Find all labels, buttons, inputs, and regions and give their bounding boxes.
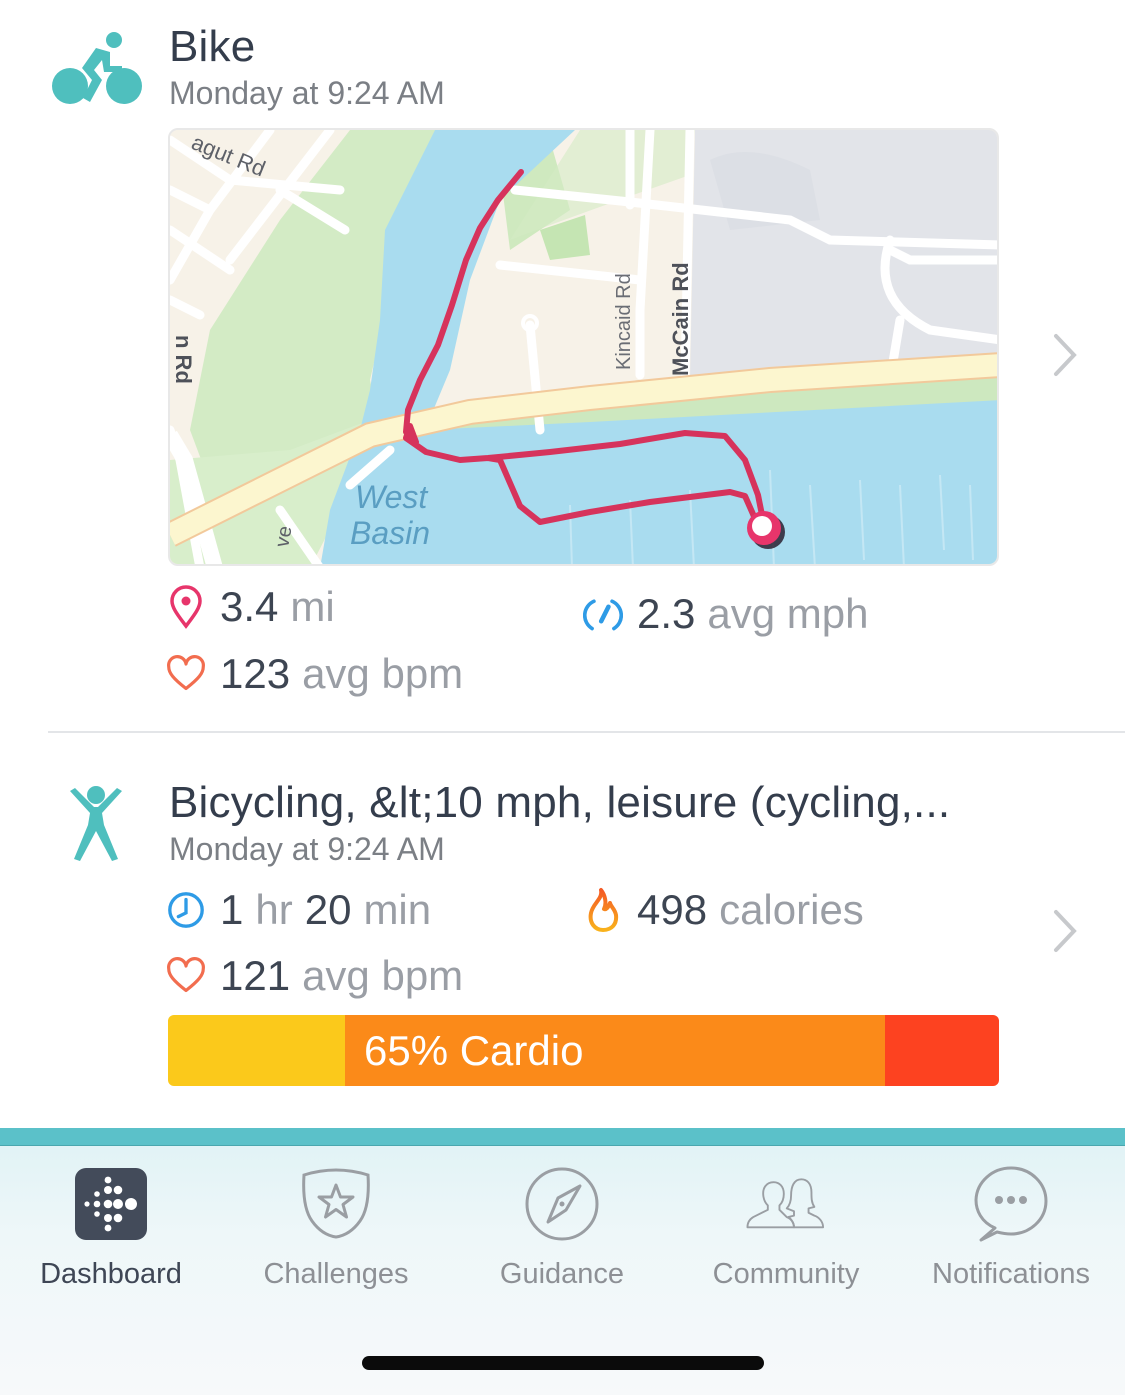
heart-icon <box>166 954 206 998</box>
calories-value: 498 <box>637 886 708 933</box>
duration-minutes-unit: min <box>363 886 432 933</box>
clock-icon <box>166 888 206 932</box>
activity-title: Bike <box>169 22 256 71</box>
calories-unit: calories <box>719 886 864 933</box>
map-label-kincaid: Kincaid Rd <box>613 273 635 370</box>
tab-guidance[interactable]: Guidance <box>462 1164 662 1294</box>
speedometer-icon <box>583 592 623 636</box>
shield-star-icon <box>296 1164 376 1244</box>
duration-hours-unit: hr <box>255 886 293 933</box>
tab-label: Community <box>712 1258 860 1290</box>
tab-bar: Dashboard Challenges Guidance Community … <box>0 1128 1125 1395</box>
map-label-west: West <box>355 479 428 515</box>
stat-speed: 2.3 avg mph <box>583 590 868 638</box>
stat-distance: 3.4 mi <box>166 583 335 631</box>
stat-heart-rate: 123 avg bpm <box>166 650 463 698</box>
tab-notifications[interactable]: Notifications <box>911 1164 1111 1294</box>
map-label-left-rd: n Rd <box>171 335 196 384</box>
bike-icon <box>50 30 144 106</box>
chevron-right-icon[interactable] <box>1046 906 1086 956</box>
distance-value: 3.4 <box>220 583 279 630</box>
tab-dashboard[interactable]: Dashboard <box>11 1164 211 1294</box>
activity-time: Monday at 9:24 AM <box>169 831 445 867</box>
fitbit-logo-icon <box>71 1164 151 1244</box>
flame-icon <box>583 888 623 932</box>
home-indicator[interactable] <box>362 1356 764 1370</box>
map-label-basin: Basin <box>350 515 430 551</box>
activity-card-bike[interactable]: Bike Monday at 9:24 AM agut Rd n Rd Kinc… <box>0 0 1125 732</box>
stat-calories: 498 calories <box>583 886 864 934</box>
chevron-right-icon[interactable] <box>1046 330 1086 380</box>
tab-label: Guidance <box>499 1258 625 1290</box>
map-label-mccain: McCain Rd <box>668 262 693 376</box>
duration-hours: 1 <box>220 886 244 933</box>
heart-rate-value: 123 <box>220 650 291 697</box>
tab-label: Challenges <box>263 1258 409 1290</box>
stat-heart-rate: 121 avg bpm <box>166 952 463 1000</box>
duration-minutes: 20 <box>304 886 352 933</box>
heart-icon <box>166 652 206 696</box>
chat-bubble-icon <box>971 1164 1051 1244</box>
zone-label: 65% Cardio <box>364 1027 584 1074</box>
activity-title: Bicycling, &lt;10 mph, leisure (cycling,… <box>169 778 951 827</box>
person-activity-icon <box>66 783 126 863</box>
speed-value: 2.3 <box>637 590 696 637</box>
heart-zone-bar: 65% Cardio <box>168 1015 999 1086</box>
location-pin-icon <box>166 585 206 629</box>
zone-peak <box>885 1015 999 1086</box>
tab-community[interactable]: Community <box>686 1164 886 1294</box>
tabbar-accent-strip <box>0 1128 1125 1146</box>
activity-time: Monday at 9:24 AM <box>169 75 445 111</box>
route-map[interactable]: agut Rd n Rd Kincaid Rd McCain Rd West B… <box>168 128 999 566</box>
people-icon <box>746 1164 826 1244</box>
stat-duration: 1 hr 20 min <box>166 886 431 934</box>
tab-label: Dashboard <box>40 1258 182 1290</box>
heart-rate-unit: avg bpm <box>302 650 464 697</box>
distance-unit: mi <box>290 583 335 630</box>
zone-fat-burn <box>168 1015 345 1086</box>
speed-unit: avg mph <box>707 590 869 637</box>
map-label-ave: ve <box>271 524 296 549</box>
heart-rate-value: 121 <box>220 952 291 999</box>
compass-icon <box>522 1164 602 1244</box>
tab-challenges[interactable]: Challenges <box>236 1164 436 1294</box>
tab-label: Notifications <box>932 1258 1090 1290</box>
heart-rate-unit: avg bpm <box>302 952 464 999</box>
